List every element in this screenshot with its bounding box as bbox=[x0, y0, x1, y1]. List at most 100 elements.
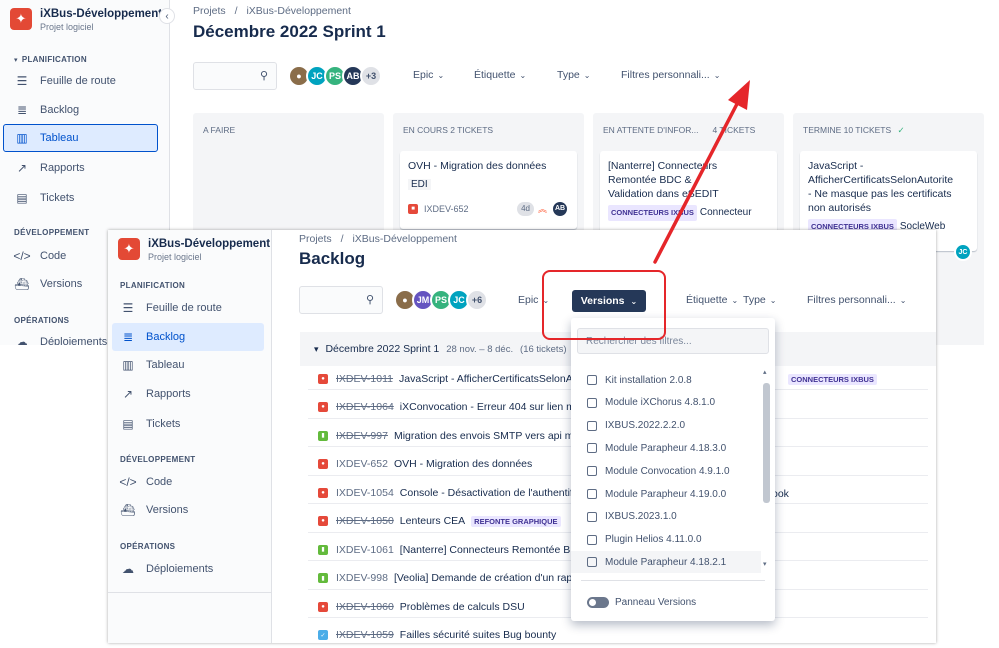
issue-summary[interactable]: Lenteurs CEA bbox=[400, 515, 465, 527]
issue-key[interactable]: IXDEV-1060 bbox=[336, 601, 394, 613]
checkbox[interactable] bbox=[587, 466, 597, 477]
filter-etiquette[interactable]: Étiquette ⌄ bbox=[686, 294, 738, 306]
dropdown-option[interactable]: Kit installation 2.0.8 bbox=[571, 369, 761, 391]
sidebar-item-tickets[interactable]: ▤ Tickets bbox=[14, 185, 74, 211]
table-row[interactable]: ✓ IXDEV-1059 Failles sécurité suites Bug b… bbox=[308, 625, 928, 644]
issue-summary[interactable]: Console - Désactivation de l'authentific… bbox=[400, 487, 589, 499]
sidebar-item-rapports[interactable]: ↗ Rapports bbox=[14, 155, 85, 181]
project-header[interactable]: ✦ iXBus-Développement Projet logiciel bbox=[108, 230, 271, 262]
sidebar-item-roadmap[interactable]: ☰ Feuille de route bbox=[14, 68, 116, 94]
search-input[interactable]: ⚲ bbox=[299, 286, 383, 314]
more-avatars[interactable]: +6 bbox=[466, 289, 488, 311]
issue-key[interactable]: IXDEV-1064 bbox=[336, 401, 394, 413]
dropdown-option[interactable]: Module Parapheur 4.18.2.1 bbox=[571, 551, 761, 574]
sidebar-item-versions[interactable]: ⛴ Versions bbox=[14, 271, 82, 297]
dropdown-option-label: Module Parapheur 4.18.3.0 bbox=[605, 442, 727, 454]
sidebar-item-code[interactable]: </> Code bbox=[119, 469, 172, 495]
dropdown-option[interactable]: IXBUS.2022.2.2.0 bbox=[571, 415, 761, 437]
sidebar-item-tickets[interactable]: ▤ Tickets bbox=[120, 411, 180, 437]
breadcrumb-projets[interactable]: Projets bbox=[299, 233, 332, 245]
board-card[interactable]: [Nanterre] Connecteurs Remontée BDC & Va… bbox=[600, 151, 777, 241]
filter-versions-button[interactable]: Versions ⌄ bbox=[572, 290, 646, 312]
toggle-switch[interactable] bbox=[587, 597, 609, 608]
sidebar-item-tableau[interactable]: ▥ Tableau bbox=[3, 124, 158, 152]
dropdown-option[interactable]: Plugin Helios 4.11.0.0 bbox=[571, 529, 761, 551]
scroll-thumb[interactable] bbox=[763, 383, 770, 503]
tickets-icon: ▤ bbox=[16, 191, 28, 205]
chevron-down-icon: ⌄ bbox=[519, 71, 527, 80]
filter-epic[interactable]: Epic ⌄ bbox=[518, 294, 549, 306]
checkbox[interactable] bbox=[587, 397, 597, 408]
issue-key[interactable]: IXDEV-998 bbox=[336, 572, 388, 584]
sidebar-item-backlog[interactable]: ≣ Backlog bbox=[112, 323, 264, 351]
filter-custom[interactable]: Filtres personnali... ⌄ bbox=[621, 69, 720, 81]
search-icon: ⚲ bbox=[259, 70, 268, 82]
filter-etiquette[interactable]: Étiquette ⌄ bbox=[474, 69, 526, 81]
sidebar-item-roadmap[interactable]: ☰ Feuille de route bbox=[120, 295, 222, 321]
breadcrumb-project[interactable]: iXBus-Développement bbox=[246, 5, 350, 17]
more-avatars[interactable]: +3 bbox=[360, 65, 382, 87]
issue-key[interactable]: IXDEV-1061 bbox=[336, 544, 394, 556]
scrollbar[interactable]: ▴ ▾ bbox=[761, 368, 771, 568]
scroll-down-icon[interactable]: ▾ bbox=[763, 560, 767, 568]
sidebar-item-deploiements[interactable]: ☁ Déploiements bbox=[14, 329, 107, 345]
sidebar-item-code[interactable]: </> Code bbox=[13, 243, 66, 269]
dropdown-option[interactable]: IXBUS.2023.1.0 bbox=[571, 506, 761, 528]
search-input[interactable]: ⚲ bbox=[193, 62, 277, 90]
issue-key[interactable]: IXDEV-1011 bbox=[336, 373, 393, 385]
checkbox[interactable] bbox=[587, 443, 597, 454]
board-card[interactable]: OVH - Migration des données EDI ■ IXDEV-… bbox=[400, 151, 577, 229]
bug-icon: ● bbox=[318, 373, 328, 384]
chart-icon: ↗ bbox=[122, 387, 134, 401]
sidebar-item-versions[interactable]: ⛴ Versions bbox=[120, 497, 188, 523]
issue-summary[interactable]: Migration des envois SMTP vers api mailj… bbox=[394, 430, 592, 442]
issue-summary[interactable]: Problèmes de calculs DSU bbox=[400, 601, 525, 613]
breadcrumb-projets[interactable]: Projets bbox=[193, 5, 226, 17]
checkbox[interactable] bbox=[587, 420, 597, 431]
sidebar-item-tableau[interactable]: ▥ Tableau bbox=[120, 352, 184, 378]
avatar-group: ● JC PS AB +3 bbox=[288, 65, 382, 87]
filter-custom[interactable]: Filtres personnali... ⌄ bbox=[807, 294, 906, 306]
checkbox[interactable] bbox=[587, 557, 597, 568]
dropdown-option[interactable]: Module Convocation 4.9.1.0 bbox=[571, 460, 761, 482]
toggle-label: Panneau Versions bbox=[615, 597, 697, 608]
issue-key[interactable]: IXDEV-1059 bbox=[336, 629, 394, 641]
section-operations: OPÉRATIONS bbox=[14, 316, 70, 325]
project-header[interactable]: ✦ iXBus-Développement Projet logiciel bbox=[0, 0, 169, 32]
issue-summary[interactable]: iXConvocation - Erreur 404 sur lien mail bbox=[400, 401, 586, 413]
sidebar-item-backlog[interactable]: ≣ Backlog bbox=[14, 97, 79, 123]
filter-type[interactable]: Type ⌄ bbox=[743, 294, 776, 306]
issue-summary[interactable]: [Nanterre] Connecteurs Remontée BDC & bbox=[400, 544, 596, 556]
checkbox[interactable] bbox=[587, 511, 597, 522]
issue-key[interactable]: IXDEV-1050 bbox=[336, 515, 394, 527]
checkbox[interactable] bbox=[587, 534, 597, 545]
checkbox[interactable] bbox=[587, 375, 597, 385]
issue-summary[interactable]: JavaScript - AfficherCertificatsSelonAut… bbox=[399, 373, 591, 385]
issue-key[interactable]: IXDEV-997 bbox=[336, 430, 388, 442]
filter-epic[interactable]: Epic ⌄ bbox=[413, 69, 444, 81]
project-logo-icon: ✦ bbox=[118, 238, 140, 260]
dropdown-option[interactable]: Module Parapheur 4.18.3.0 bbox=[571, 437, 761, 459]
issue-key[interactable]: IXDEV-1054 bbox=[336, 487, 394, 499]
dropdown-option[interactable]: Module Parapheur 4.19.0.0 bbox=[571, 483, 761, 505]
breadcrumb-project[interactable]: iXBus-Développement bbox=[352, 233, 456, 245]
dropdown-option[interactable]: Module iXChorus 4.8.1.0 bbox=[571, 392, 761, 414]
issue-summary[interactable]: [Veolia] Demande de création d'un rappor bbox=[394, 572, 587, 584]
checkbox[interactable] bbox=[587, 489, 597, 499]
dropdown-search-input[interactable]: Rechercher des filtres... bbox=[577, 328, 769, 354]
collapse-sidebar-button[interactable]: ‹ bbox=[159, 8, 175, 24]
sidebar-item-deploiements[interactable]: ☁ Déploiements bbox=[120, 556, 213, 582]
issue-key[interactable]: IXDEV-652 bbox=[336, 458, 388, 470]
scroll-up-icon[interactable]: ▴ bbox=[763, 368, 767, 376]
avatar[interactable]: AB bbox=[551, 200, 569, 218]
dropdown-option-label: IXBUS.2023.1.0 bbox=[605, 511, 677, 523]
panneau-versions-toggle-row[interactable]: Panneau Versions bbox=[587, 597, 696, 608]
project-type: Projet logiciel bbox=[40, 22, 94, 32]
issue-summary[interactable]: Failles sécurité suites Bug bounty bbox=[400, 629, 556, 641]
sidebar-item-rapports[interactable]: ↗ Rapports bbox=[120, 381, 191, 407]
issue-summary[interactable]: OVH - Migration des données bbox=[394, 458, 532, 470]
chevron-down-icon[interactable]: ▾ bbox=[314, 344, 319, 354]
avatar[interactable]: JC bbox=[954, 243, 972, 261]
filter-type[interactable]: Type ⌄ bbox=[557, 69, 590, 81]
sidebar: ✦ iXBus-Développement Projet logiciel PL… bbox=[108, 230, 272, 643]
